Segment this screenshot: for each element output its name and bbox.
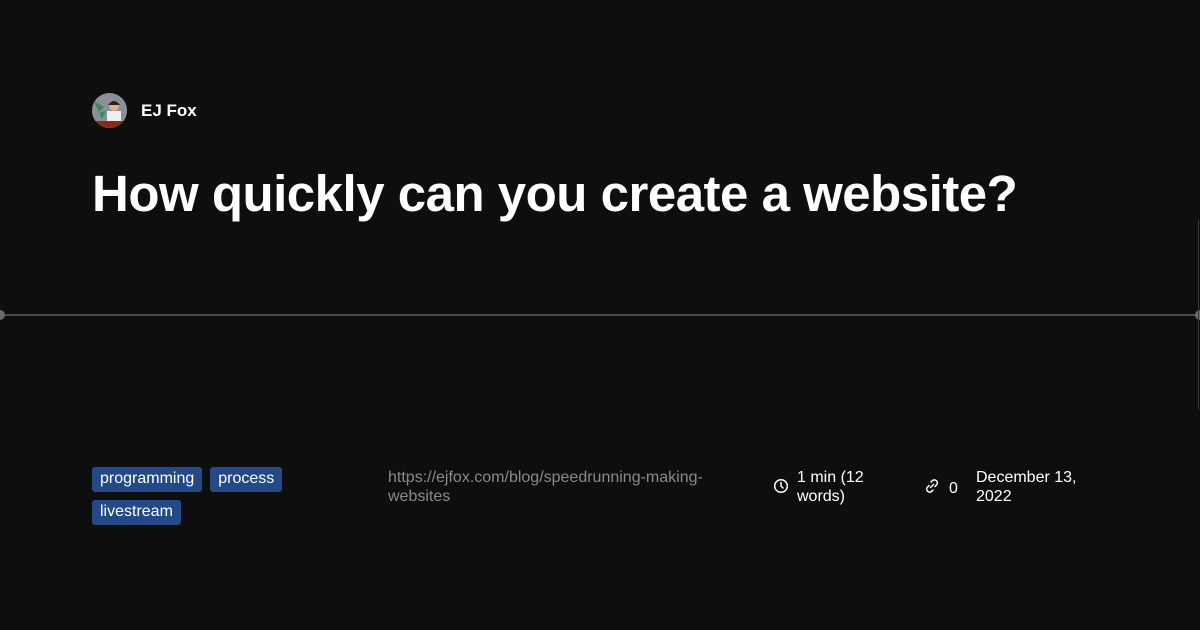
link-count: 0 <box>923 468 958 498</box>
post-date-text: December 13, 2022 <box>976 469 1077 505</box>
page-title: How quickly can you create a website? <box>92 165 1018 222</box>
link-icon <box>925 479 939 493</box>
tag-programming[interactable]: programming <box>92 467 203 492</box>
post-date: December 13, 2022 <box>976 468 1096 506</box>
avatar <box>92 93 127 128</box>
post-url[interactable]: https://ejfox.com/blog/speedrunning-maki… <box>388 468 748 506</box>
tag-list: programming process livestream <box>92 467 312 525</box>
author-name: EJ Fox <box>141 100 197 120</box>
author: EJ Fox <box>92 93 197 128</box>
divider-dot-left <box>0 310 5 320</box>
tag-process[interactable]: process <box>210 467 283 492</box>
clock-icon <box>773 478 789 494</box>
divider <box>0 314 1200 316</box>
link-count-text: 0 <box>949 480 958 497</box>
reading-time: 1 min (12 words) <box>773 468 893 506</box>
edge-line <box>1198 220 1199 410</box>
reading-time-text: 1 min (12 words) <box>797 469 864 505</box>
tag-livestream[interactable]: livestream <box>92 500 181 525</box>
